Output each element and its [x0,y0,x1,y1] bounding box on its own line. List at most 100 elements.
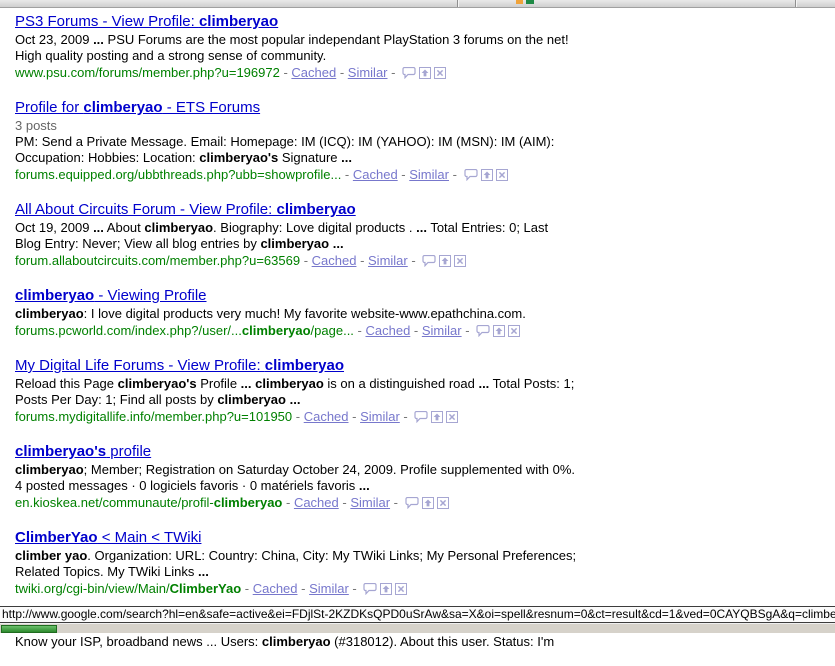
result-url-line: forum.allaboutcircuits.com/member.php?u=… [15,252,625,271]
remove-icon[interactable] [446,411,458,423]
searchwiki-icons [419,254,466,271]
result-snippet: Reload this Page climberyao's Profile ..… [15,376,577,408]
result-title-row: ClimberYao < Main < TWiki [15,529,625,547]
cached-link[interactable]: Cached [291,65,336,80]
result-title-link[interactable]: climberyao's profile [15,443,151,460]
remove-icon[interactable] [508,325,520,337]
result-title-link[interactable]: Profile for climberyao - ETS Forums [15,99,260,116]
comment-bubble-icon[interactable] [414,411,428,423]
result-title-row: All About Circuits Forum - View Profile:… [15,201,625,219]
separator: - [356,253,368,268]
browser-viewport: { "colors": { "title_link": "#0000cc", "… [0,0,835,632]
comment-bubble-icon[interactable] [405,497,419,509]
separator: - [462,323,474,338]
remove-icon[interactable] [395,583,407,595]
result-url: www.psu.com/forums/member.php?u=196972 [15,65,280,80]
promote-icon[interactable] [493,325,505,337]
result-snippet: climberyao: I love digital products very… [15,306,577,322]
comment-bubble-icon[interactable] [464,169,478,181]
toolbar-divider [795,0,796,7]
comment-bubble-icon[interactable] [402,67,416,79]
cached-link[interactable]: Cached [294,495,339,510]
separator: - [354,323,366,338]
comment-bubble-icon[interactable] [422,255,436,267]
result-url-line: forums.pcworld.com/index.php?/user/...cl… [15,322,625,341]
remove-icon[interactable] [434,67,446,79]
cached-link[interactable]: Cached [304,409,349,424]
comment-bubble-icon[interactable] [363,583,377,595]
search-result: climberyao's profileclimberyao; Member; … [15,443,625,513]
search-result: climberyao - Viewing Profile climberyao: … [15,287,625,341]
search-result: ClimberYao < Main < TWikiclimber yao. Or… [15,529,625,599]
result-title-link[interactable]: ClimberYao < Main < TWiki [15,529,201,546]
separator: - [336,65,348,80]
remove-icon[interactable] [496,169,508,181]
separator: - [300,253,312,268]
promote-icon[interactable] [439,255,451,267]
status-bar-url: http://www.google.com/search?hl=en&safe=… [0,606,835,623]
search-result: Profile for climberyao - ETS Forums 3 pos… [15,99,625,185]
remove-icon[interactable] [437,497,449,509]
separator: - [398,167,410,182]
search-result: PS3 Forums - View Profile: climberyaoOct… [15,13,625,83]
separator: - [341,167,353,182]
separator: - [400,409,412,424]
separator: - [449,167,461,182]
browser-toolbar-strip [0,0,835,8]
search-result: My Digital Life Forums - View Profile: c… [15,357,625,427]
separator: - [410,323,422,338]
separator: - [298,581,310,596]
separator: - [349,581,361,596]
result-url-line: forums.mydigitallife.info/member.php?u=1… [15,408,625,427]
search-result: All About Circuits Forum - View Profile:… [15,201,625,271]
similar-link[interactable]: Similar [360,409,400,424]
result-url: forums.pcworld.com/index.php?/user/...cl… [15,323,354,338]
search-results-list: PS3 Forums - View Profile: climberyao Oct… [15,13,625,666]
result-title-link[interactable]: climberyao - Viewing Profile [15,287,207,304]
similar-link[interactable]: Similar [368,253,408,268]
promote-icon[interactable] [380,583,392,595]
promote-icon[interactable] [431,411,443,423]
result-title-link[interactable]: All About Circuits Forum - View Profile:… [15,201,356,218]
cached-link[interactable]: Cached [253,581,298,596]
result-title-link[interactable]: My Digital Life Forums - View Profile: c… [15,357,344,374]
separator: - [388,65,400,80]
result-snippet: Oct 19, 2009 ... About climberyao. Biogr… [15,220,577,252]
cached-link[interactable]: Cached [353,167,398,182]
searchwiki-icons [360,582,407,599]
promote-icon[interactable] [481,169,493,181]
separator: - [408,253,420,268]
result-url-line: www.psu.com/forums/member.php?u=196972 -… [15,64,625,83]
separator: - [339,495,351,510]
searchwiki-icons [402,496,449,513]
separator: - [280,65,292,80]
toolbar-icon-fragment-green [526,0,534,4]
cached-link[interactable]: Cached [312,253,357,268]
result-url-line: forums.equipped.org/ubbthreads.php?ubb=s… [15,166,625,185]
toolbar-divider [457,0,458,7]
result-title-row: My Digital Life Forums - View Profile: c… [15,357,625,375]
separator: - [349,409,361,424]
separator: - [390,495,402,510]
remove-icon[interactable] [454,255,466,267]
result-url: twiki.org/cgi-bin/view/Main/ClimberYao [15,581,241,596]
cached-link[interactable]: Cached [365,323,410,338]
promote-icon[interactable] [422,497,434,509]
result-title-row: Profile for climberyao - ETS Forums [15,99,625,117]
result-snippet: Know your ISP, broadband news ... Users:… [15,634,577,650]
result-url: en.kioskea.net/communaute/profil-climber… [15,495,282,510]
searchwiki-icons [473,324,520,341]
result-title-row: PS3 Forums - View Profile: climberyao [15,13,625,31]
comment-bubble-icon[interactable] [476,325,490,337]
promote-icon[interactable] [419,67,431,79]
similar-link[interactable]: Similar [422,323,462,338]
similar-link[interactable]: Similar [350,495,390,510]
result-url: forum.allaboutcircuits.com/member.php?u=… [15,253,300,268]
searchwiki-icons [461,168,508,185]
similar-link[interactable]: Similar [409,167,449,182]
similar-link[interactable]: Similar [348,65,388,80]
similar-link[interactable]: Similar [309,581,349,596]
result-title-link[interactable]: PS3 Forums - View Profile: climberyao [15,13,278,30]
result-stats: 3 posts [15,118,625,134]
result-url: forums.mydigitallife.info/member.php?u=1… [15,409,292,424]
